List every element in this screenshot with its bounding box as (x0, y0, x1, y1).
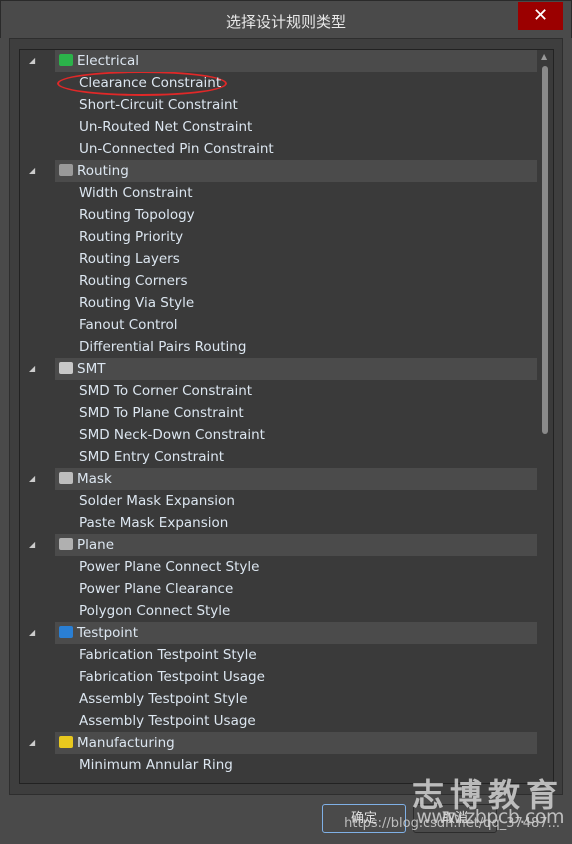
rule-type-item[interactable]: Paste Mask Expansion (79, 512, 228, 534)
category-label: Routing (77, 163, 129, 179)
category-plane[interactable]: Plane (55, 534, 537, 556)
vertical-scrollbar[interactable]: ▲ (539, 52, 551, 782)
watermark-blog: https://blog.csdn.net/qq_37487... (344, 816, 560, 831)
rule-type-item[interactable]: Routing Topology (79, 204, 195, 226)
testpoint-icon (59, 626, 73, 638)
rule-type-item[interactable]: Power Plane Clearance (79, 578, 233, 600)
category-label: Plane (77, 537, 115, 553)
category-label: Manufacturing (77, 735, 175, 751)
expand-toggle-icon[interactable]: ◢ (29, 534, 35, 556)
manufacturing-icon (59, 736, 73, 748)
expand-toggle-icon[interactable]: ◢ (29, 50, 35, 72)
rule-type-item[interactable]: SMD Neck-Down Constraint (79, 424, 265, 446)
rule-type-item[interactable]: Routing Via Style (79, 292, 194, 314)
electrical-icon (59, 54, 73, 66)
rule-type-item[interactable]: SMD To Corner Constraint (79, 380, 252, 402)
routing-icon (59, 164, 73, 176)
rule-type-item[interactable]: Power Plane Connect Style (79, 556, 259, 578)
category-label: Mask (77, 471, 112, 487)
rule-type-item[interactable]: Assembly Testpoint Style (79, 688, 248, 710)
category-testpoint[interactable]: Testpoint (55, 622, 537, 644)
rule-type-tree: ▲ ◢ Electrical Clearance Constraint Short-C… (19, 49, 554, 784)
dialog-title: 选择设计规则类型 (225, 13, 346, 31)
rule-type-item[interactable]: Clearance Constraint (79, 72, 221, 94)
rule-type-item[interactable]: SMD To Plane Constraint (79, 402, 244, 424)
scroll-up-icon[interactable]: ▲ (541, 52, 547, 61)
category-electrical[interactable]: Electrical (55, 50, 537, 72)
rule-type-item[interactable]: Width Constraint (79, 182, 193, 204)
category-label: Testpoint (77, 625, 139, 641)
expand-toggle-icon[interactable]: ◢ (29, 468, 35, 490)
expand-toggle-icon[interactable]: ◢ (29, 160, 35, 182)
plane-icon (59, 538, 73, 550)
rule-type-item[interactable]: Fabrication Testpoint Usage (79, 666, 265, 688)
rule-type-item[interactable]: Un-Connected Pin Constraint (79, 138, 274, 160)
category-mask[interactable]: Mask (55, 468, 537, 490)
rule-type-item[interactable]: SMD Entry Constraint (79, 446, 224, 468)
rule-type-item[interactable]: Solder Mask Expansion (79, 490, 235, 512)
rule-type-item[interactable]: Routing Priority (79, 226, 183, 248)
category-label: Electrical (77, 53, 140, 69)
title-bar: 选择设计规则类型 ✕ (0, 0, 572, 38)
scrollbar-thumb[interactable] (542, 66, 548, 434)
expand-toggle-icon[interactable]: ◢ (29, 622, 35, 644)
rule-type-item[interactable]: Short-Circuit Constraint (79, 94, 238, 116)
rule-type-item[interactable]: Routing Layers (79, 248, 180, 270)
category-manufacturing[interactable]: Manufacturing (55, 732, 537, 754)
expand-toggle-icon[interactable]: ◢ (29, 358, 35, 380)
smt-icon (59, 362, 73, 374)
rule-type-item[interactable]: Differential Pairs Routing (79, 336, 246, 358)
rule-type-item[interactable]: Fanout Control (79, 314, 178, 336)
mask-icon (59, 472, 73, 484)
rule-type-item[interactable]: Minimum Annular Ring (79, 754, 233, 776)
category-label: SMT (77, 361, 106, 377)
rule-type-item[interactable]: Assembly Testpoint Usage (79, 710, 256, 732)
close-button[interactable]: ✕ (518, 2, 563, 30)
category-smt[interactable]: SMT (55, 358, 537, 380)
rule-type-item[interactable]: Routing Corners (79, 270, 188, 292)
close-icon: ✕ (532, 5, 549, 26)
rule-type-item[interactable]: Un-Routed Net Constraint (79, 116, 252, 138)
rule-type-item[interactable]: Polygon Connect Style (79, 600, 230, 622)
rule-type-item[interactable]: Fabrication Testpoint Style (79, 644, 257, 666)
expand-toggle-icon[interactable]: ◢ (29, 732, 35, 754)
category-routing[interactable]: Routing (55, 160, 537, 182)
